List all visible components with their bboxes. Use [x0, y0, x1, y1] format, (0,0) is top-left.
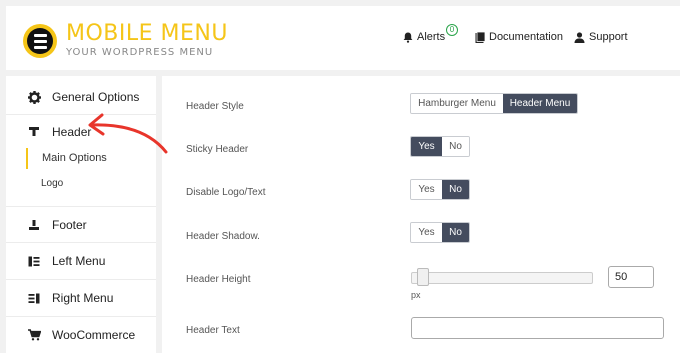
mobile-menu-logo-icon [23, 24, 57, 58]
brand-subtitle: YOUR WORDPRESS MENU [66, 47, 214, 58]
bell-icon [403, 32, 413, 43]
hamburger-menu-option[interactable]: Hamburger Menu [411, 94, 503, 113]
header-height-slider-track[interactable] [411, 272, 593, 284]
header-menu-option[interactable]: Header Menu [503, 94, 577, 113]
header-text-label: Header Text [186, 325, 240, 336]
sidebar-item-label: General Options [52, 90, 140, 104]
disable-logo-no[interactable]: No [442, 180, 469, 199]
header-shadow-yes[interactable]: Yes [411, 223, 442, 242]
left-menu-icon [26, 256, 42, 267]
sticky-header-no[interactable]: No [442, 137, 469, 156]
alerts-count-badge: 0 [446, 24, 458, 36]
header-shadow-toggle: Yes No [410, 222, 470, 243]
alerts-link[interactable]: Alerts [403, 31, 445, 43]
alerts-label: Alerts [417, 31, 446, 43]
sidebar-divider [6, 279, 156, 280]
sidebar-item-footer[interactable]: Footer [6, 216, 156, 234]
sidebar-item-label: Right Menu [52, 291, 114, 305]
sticky-header-toggle: Yes No [410, 136, 470, 157]
header-shadow-no[interactable]: No [442, 223, 469, 242]
sticky-header-label: Sticky Header [186, 144, 249, 155]
header-shadow-label: Header Shadow. [186, 231, 260, 242]
header-icon [26, 126, 42, 138]
header-height-input[interactable]: 50 [608, 266, 654, 288]
header-settings-panel: Header Style Hamburger Menu Header Menu … [162, 76, 680, 353]
right-menu-icon [26, 293, 42, 304]
sidebar-item-right-menu[interactable]: Right Menu [6, 289, 156, 307]
sidebar-divider [6, 206, 156, 207]
sidebar-divider [6, 316, 156, 317]
disable-logo-label: Disable Logo/Text [186, 187, 266, 198]
sidebar-subitem-logo[interactable]: Logo [41, 178, 63, 189]
header-text-input[interactable] [411, 317, 664, 339]
disable-logo-toggle: Yes No [410, 179, 470, 200]
documentation-label: Documentation [489, 31, 563, 43]
sidebar-item-label: WooCommerce [52, 328, 136, 342]
sidebar-subitem-main-options[interactable]: Main Options [42, 152, 107, 164]
active-indicator [26, 148, 28, 169]
sidebar-divider [6, 242, 156, 243]
shopping-cart-icon [26, 329, 42, 341]
book-icon [475, 31, 485, 43]
header-style-toggle: Hamburger Menu Header Menu [410, 93, 578, 114]
sidebar-divider [6, 114, 156, 115]
disable-logo-yes[interactable]: Yes [411, 180, 442, 199]
documentation-link[interactable]: Documentation [475, 31, 563, 43]
sticky-header-yes[interactable]: Yes [411, 137, 442, 156]
header-height-label: Header Height [186, 274, 251, 285]
sidebar-item-label: Header [52, 125, 92, 139]
sidebar-item-label: Footer [52, 218, 87, 232]
support-link[interactable]: Support [574, 31, 628, 43]
settings-sidebar: General Options Header Main Options Logo… [6, 76, 156, 353]
header-style-label: Header Style [186, 101, 244, 112]
sidebar-item-woocommerce[interactable]: WooCommerce [6, 326, 156, 344]
header-height-slider-handle[interactable] [417, 268, 429, 286]
user-icon [574, 31, 585, 43]
footer-icon [26, 219, 42, 231]
sidebar-item-header[interactable]: Header [6, 123, 156, 141]
gear-icon [26, 90, 42, 104]
sidebar-item-general-options[interactable]: General Options [6, 88, 156, 106]
brand-title: MOBILE MENU [66, 21, 228, 46]
support-label: Support [589, 31, 628, 43]
header-height-unit: px [411, 290, 421, 300]
sidebar-item-left-menu[interactable]: Left Menu [6, 252, 156, 270]
sidebar-item-label: Left Menu [52, 254, 106, 268]
